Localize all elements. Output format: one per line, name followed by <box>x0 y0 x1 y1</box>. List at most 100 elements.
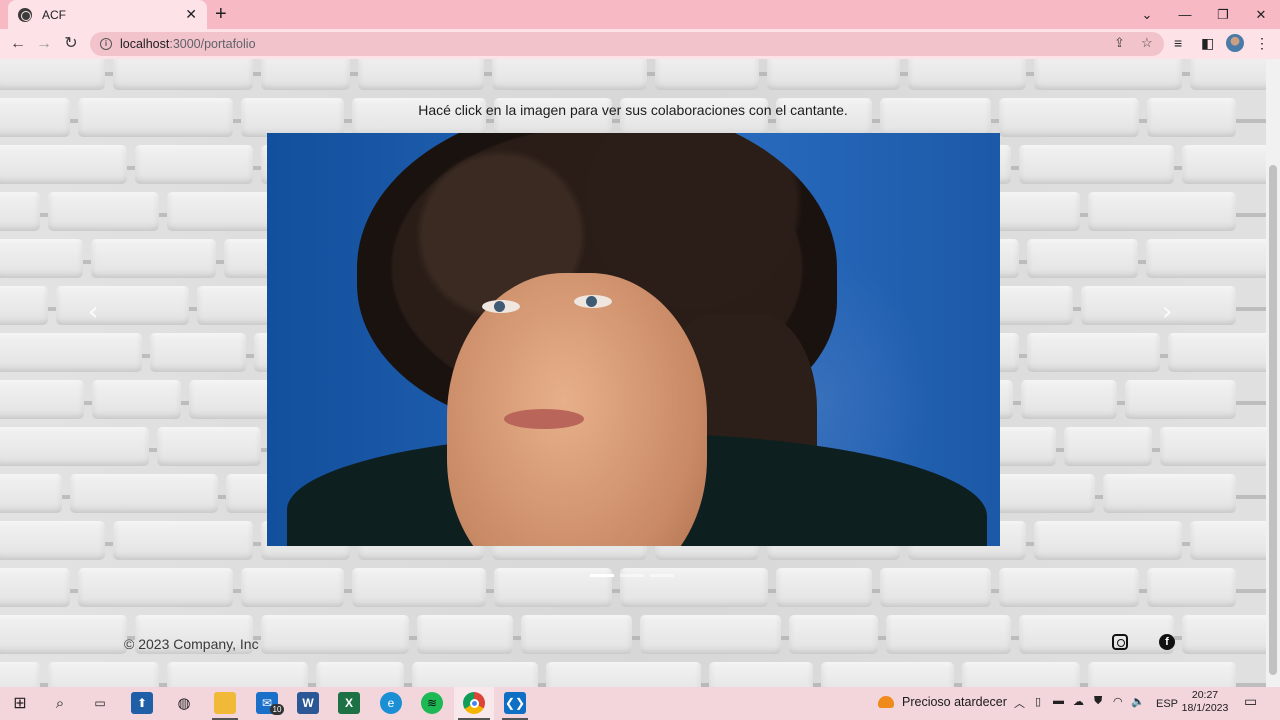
profile-avatar[interactable] <box>1226 34 1244 52</box>
address-bar[interactable]: i localhost:3000/portafolio ⇪ ☆ <box>90 32 1164 56</box>
brick <box>1034 521 1182 560</box>
brick <box>1088 192 1236 231</box>
brick <box>1182 145 1266 184</box>
weather-text: Precioso atardecer <box>902 695 1007 709</box>
share-icon[interactable]: ⇪ <box>1114 35 1125 51</box>
globe-icon <box>18 7 32 22</box>
brick <box>0 333 142 372</box>
footer-copyright: © 2023 Company, Inc <box>124 636 259 652</box>
search-icon[interactable]: ⌕ <box>49 692 71 714</box>
brick <box>1019 615 1175 654</box>
mail-badge: 10 <box>270 704 284 715</box>
brick <box>766 59 900 90</box>
globe-app-icon[interactable]: ◍ <box>173 692 195 714</box>
site-info-icon[interactable]: i <box>100 38 112 50</box>
brick <box>879 568 991 607</box>
brick <box>1102 474 1236 513</box>
brick <box>412 662 538 687</box>
brick <box>0 662 41 687</box>
new-tab-button[interactable]: + <box>215 4 227 24</box>
excel-icon[interactable]: X <box>338 692 360 714</box>
brick <box>0 286 48 325</box>
onedrive-icon[interactable]: ☁ <box>1073 695 1084 708</box>
brick <box>55 286 189 325</box>
close-window-button[interactable]: ✕ <box>1242 0 1280 29</box>
clock-time: 20:27 <box>1191 689 1219 701</box>
weather-sunset-icon <box>878 696 894 708</box>
brick <box>1034 59 1182 90</box>
brick <box>1167 333 1266 372</box>
page-scrollbar[interactable] <box>1266 59 1280 687</box>
brick <box>885 615 1012 654</box>
vscode-icon[interactable]: ❮❯ <box>504 692 526 714</box>
brick <box>491 59 648 90</box>
browser-toolbar: ← → ↻ i localhost:3000/portafolio ⇪ ☆ ≡ … <box>0 29 1280 59</box>
show-hidden-icons[interactable]: ︿ <box>1014 695 1025 711</box>
singer-photo[interactable] <box>267 133 1000 546</box>
tab-search-icon[interactable]: ⌄ <box>1128 0 1166 29</box>
brick <box>1160 427 1266 466</box>
wifi-icon[interactable]: ◠ <box>1113 695 1123 708</box>
system-clock[interactable]: 20:27 18/1/2023 <box>1180 689 1230 715</box>
word-icon[interactable]: W <box>297 692 319 714</box>
app-icon[interactable]: ⬆ <box>131 692 153 714</box>
forward-arrow-icon[interactable]: → <box>33 33 55 55</box>
weather-widget[interactable]: Precioso atardecer <box>878 695 1007 709</box>
task-view-icon[interactable]: ▭ <box>89 692 111 714</box>
carousel-indicator-3[interactable] <box>650 574 674 577</box>
minimize-button[interactable]: — <box>1166 0 1204 29</box>
brick <box>0 380 85 419</box>
brick-row <box>0 59 1266 92</box>
language-indicator[interactable]: ESP <box>1156 698 1178 710</box>
brick-row <box>0 566 1240 609</box>
spotify-icon[interactable]: ≋ <box>421 692 443 714</box>
edge-icon[interactable]: e <box>380 692 402 714</box>
chrome-icon[interactable] <box>463 692 485 714</box>
notifications-icon[interactable]: ▭ <box>1244 693 1257 710</box>
battery-icon[interactable]: ▬ <box>1053 695 1064 707</box>
brick <box>991 474 1095 513</box>
brick <box>0 568 70 607</box>
restore-button[interactable]: ❐ <box>1204 0 1242 29</box>
brick <box>788 615 878 654</box>
tab-close-icon[interactable]: ✕ <box>185 6 197 23</box>
carousel-hint: Hacé click en la imagen para ver sus col… <box>418 102 848 118</box>
file-explorer-icon[interactable] <box>214 692 236 714</box>
brick <box>358 59 484 90</box>
carousel-slide-image[interactable] <box>267 133 1000 546</box>
brick <box>961 662 1081 687</box>
device-icon[interactable]: ▯ <box>1035 695 1041 708</box>
brick <box>1080 286 1236 325</box>
back-arrow-icon[interactable]: ← <box>7 33 29 55</box>
brick <box>1145 239 1266 278</box>
side-panel-icon[interactable]: ◧ <box>1201 35 1214 52</box>
carousel-prev-icon[interactable]: ‹ <box>88 297 98 327</box>
brick <box>1063 427 1153 466</box>
brick <box>820 662 954 687</box>
brick <box>1019 145 1175 184</box>
security-icon[interactable]: ⛊ <box>1094 695 1102 708</box>
carousel-next-icon[interactable]: › <box>1162 297 1172 327</box>
brick <box>545 662 702 687</box>
brick <box>0 427 150 466</box>
media-queue-icon[interactable]: ≡ <box>1174 35 1182 51</box>
browser-tab[interactable]: ACF ✕ <box>8 0 207 29</box>
bookmark-star-icon[interactable]: ☆ <box>1141 35 1153 51</box>
menu-kebab-icon[interactable]: ⋮ <box>1255 35 1269 52</box>
brick <box>775 568 872 607</box>
brick <box>1182 615 1266 654</box>
brick <box>167 662 308 687</box>
instagram-icon[interactable] <box>1112 634 1128 650</box>
reload-icon[interactable]: ↻ <box>60 33 82 55</box>
facebook-icon[interactable]: f <box>1159 634 1175 650</box>
start-icon[interactable]: ⊞ <box>9 692 31 714</box>
brick <box>0 474 63 513</box>
scrollbar-thumb[interactable] <box>1269 165 1277 675</box>
brick <box>90 239 217 278</box>
carousel-indicator-1[interactable] <box>590 574 614 577</box>
brick <box>92 380 182 419</box>
volume-icon[interactable]: 🔈 <box>1131 695 1145 708</box>
brick <box>0 521 105 560</box>
brick <box>261 59 351 90</box>
carousel-indicator-2[interactable] <box>620 574 644 577</box>
